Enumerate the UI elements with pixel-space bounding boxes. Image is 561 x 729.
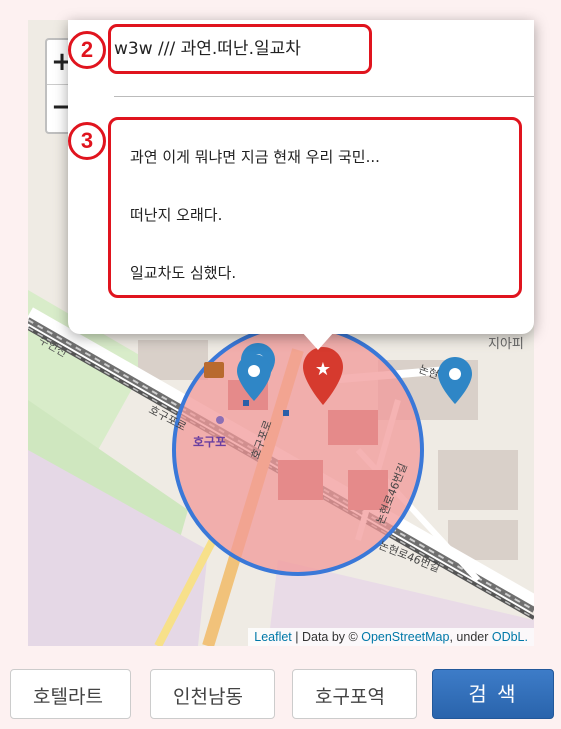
- leaflet-link[interactable]: Leaflet: [254, 630, 292, 644]
- body-highlight-box: [108, 117, 522, 298]
- map-label-jiapi: 지아피: [488, 337, 524, 352]
- annotation-badge-3: 3: [68, 122, 106, 160]
- attribution-separator: | Data by ©: [291, 630, 362, 644]
- word3-input[interactable]: 호구포역: [292, 669, 417, 719]
- annotation-badge-2: 2: [68, 31, 106, 69]
- title-highlight-box: [108, 24, 372, 74]
- odbl-link[interactable]: ODbL.: [492, 630, 528, 644]
- svg-text:★: ★: [315, 359, 331, 380]
- osm-link[interactable]: OpenStreetMap: [361, 630, 449, 644]
- word2-input[interactable]: 인천남동: [150, 669, 275, 719]
- map-label-hogupo-station: 호구포: [193, 435, 226, 449]
- word1-input[interactable]: 호텔라트: [10, 669, 131, 719]
- search-button[interactable]: 검 색: [432, 669, 554, 719]
- popup-tip: [302, 332, 334, 350]
- attribution-under: , under: [449, 630, 492, 644]
- popup-divider: [114, 96, 534, 97]
- map-attribution: Leaflet | Data by © OpenStreetMap, under…: [248, 628, 534, 646]
